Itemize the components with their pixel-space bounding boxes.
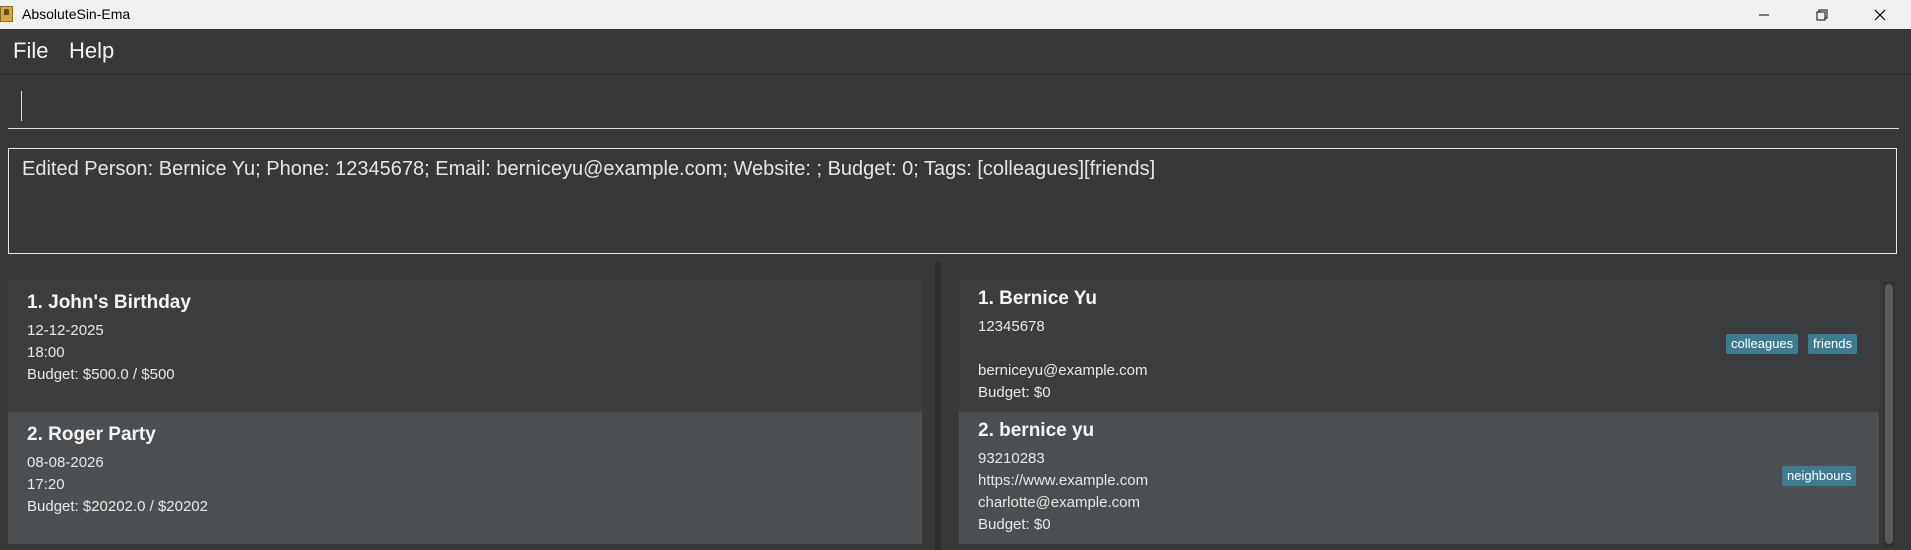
person-budget: Budget: $0 <box>978 384 1051 401</box>
person-card[interactable]: 1. Bernice Yu 12345678 berniceyu@example… <box>959 280 1879 412</box>
event-title: 2. Roger Party <box>27 424 156 445</box>
close-icon <box>1874 9 1886 20</box>
window-titlebar: AbsoluteSin-Ema <box>0 0 1911 29</box>
event-title: 1. John's Birthday <box>27 292 191 313</box>
event-card[interactable]: 1. John's Birthday 12-12-2025 18:00 Budg… <box>8 280 922 412</box>
tag-badge: neighbours <box>1782 466 1857 486</box>
text-caret <box>21 91 22 121</box>
restore-icon <box>1816 9 1828 20</box>
close-button[interactable] <box>1851 0 1909 29</box>
person-budget: Budget: $0 <box>978 516 1051 533</box>
event-time: 18:00 <box>27 344 65 361</box>
event-date: 08-08-2026 <box>27 454 104 471</box>
event-card[interactable]: 2. Roger Party 08-08-2026 17:20 Budget: … <box>8 412 922 544</box>
person-card[interactable]: 2. bernice yu 93210283 https://www.examp… <box>959 412 1879 544</box>
restore-button[interactable] <box>1793 0 1851 29</box>
menu-file[interactable]: File <box>13 38 48 64</box>
list-panes: 1. John's Birthday 12-12-2025 18:00 Budg… <box>0 262 1911 550</box>
event-time: 17:20 <box>27 476 65 493</box>
person-website: https://www.example.com <box>978 472 1149 489</box>
scrollbar-thumb[interactable] <box>1885 284 1893 544</box>
person-list-scrollbar[interactable] <box>1884 282 1894 546</box>
menu-help[interactable]: Help <box>69 38 114 64</box>
result-text: Edited Person: Bernice Yu; Phone: 123456… <box>22 158 1156 180</box>
menu-bar: File Help <box>0 29 1911 75</box>
minimize-button[interactable] <box>1735 0 1793 29</box>
event-budget: Budget: $500.0 / $500 <box>27 366 175 383</box>
app-icon <box>0 6 13 22</box>
event-budget: Budget: $20202.0 / $20202 <box>27 498 208 515</box>
person-email: charlotte@example.com <box>978 494 1140 511</box>
command-area <box>0 75 1911 143</box>
person-name: 1. Bernice Yu <box>978 288 1097 309</box>
minimize-icon <box>1759 14 1769 15</box>
event-date: 12-12-2025 <box>27 322 104 339</box>
command-input[interactable] <box>8 83 1899 129</box>
person-name: 2. bernice yu <box>978 420 1095 441</box>
person-email: berniceyu@example.com <box>978 362 1148 379</box>
result-display[interactable]: Edited Person: Bernice Yu; Phone: 123456… <box>8 148 1897 254</box>
tag-badge: friends <box>1808 334 1858 354</box>
pane-splitter[interactable] <box>935 262 941 550</box>
tag-badge: colleagues <box>1726 334 1799 354</box>
person-phone: 93210283 <box>978 450 1045 467</box>
window-title: AbsoluteSin-Ema <box>22 6 131 22</box>
person-phone: 12345678 <box>978 318 1045 335</box>
